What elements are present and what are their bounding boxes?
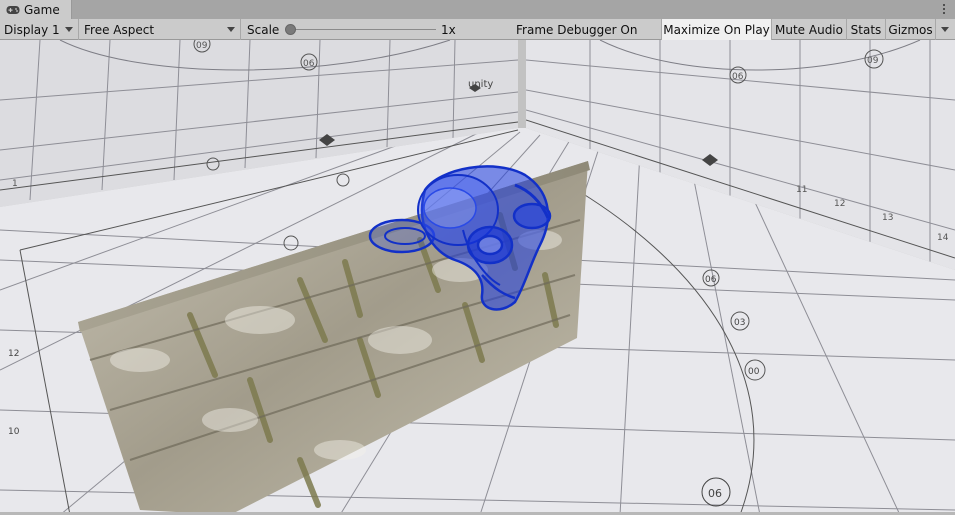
game-toolbar: Display 1 Free Aspect Scale 1x Frame Deb… bbox=[0, 19, 955, 40]
grid-label: 06 bbox=[732, 72, 744, 82]
grid-label: 14 bbox=[937, 233, 949, 243]
scale-label: Scale bbox=[247, 22, 280, 37]
frame-debugger-status: Frame Debugger On bbox=[516, 22, 638, 37]
maximize-on-play-toggle[interactable]: Maximize On Play bbox=[661, 19, 771, 40]
gizmos-dropdown[interactable] bbox=[935, 19, 955, 40]
grid-label: 12 bbox=[834, 199, 845, 209]
display-dropdown-label: Display 1 bbox=[4, 22, 60, 37]
grid-label: 03 bbox=[734, 318, 745, 328]
grid-label: 12 bbox=[8, 349, 19, 359]
grid-label: 09 bbox=[867, 56, 879, 66]
grid-label: 06 bbox=[705, 275, 717, 285]
tab-game[interactable]: Game bbox=[0, 0, 72, 19]
grid-label: 1 bbox=[12, 179, 18, 189]
mute-audio-toggle[interactable]: Mute Audio bbox=[771, 19, 846, 40]
chevron-down-icon bbox=[941, 27, 949, 32]
more-options-icon[interactable] bbox=[939, 1, 949, 17]
gizmos-toggle[interactable]: Gizmos bbox=[885, 19, 935, 40]
grid-label: 11 bbox=[796, 185, 807, 195]
scale-slider-handle[interactable] bbox=[285, 24, 296, 35]
game-viewport[interactable]: 09 06 unity 1 06 09 11 12 13 14 06 03 00… bbox=[0, 40, 955, 515]
stats-toggle[interactable]: Stats bbox=[846, 19, 885, 40]
gamepad-icon bbox=[6, 5, 20, 14]
chevron-down-icon bbox=[65, 27, 73, 32]
scene-render: 09 06 unity 1 06 09 11 12 13 14 06 03 00… bbox=[0, 40, 955, 515]
aspect-dropdown-label: Free Aspect bbox=[84, 22, 155, 37]
display-dropdown[interactable]: Display 1 bbox=[0, 19, 79, 40]
aspect-dropdown[interactable]: Free Aspect bbox=[80, 19, 241, 40]
grid-label: 13 bbox=[882, 213, 893, 223]
grid-label: 06 bbox=[708, 487, 722, 500]
scale-value: 1x bbox=[441, 22, 456, 37]
grid-label: 00 bbox=[748, 367, 760, 377]
chevron-down-icon bbox=[227, 27, 235, 32]
scale-slider-track[interactable] bbox=[286, 29, 436, 30]
grid-label: 06 bbox=[303, 59, 315, 69]
tab-label: Game bbox=[24, 2, 60, 17]
grid-label: 10 bbox=[8, 427, 20, 437]
tab-bar: Game bbox=[0, 0, 955, 19]
grid-label: 09 bbox=[196, 41, 208, 51]
